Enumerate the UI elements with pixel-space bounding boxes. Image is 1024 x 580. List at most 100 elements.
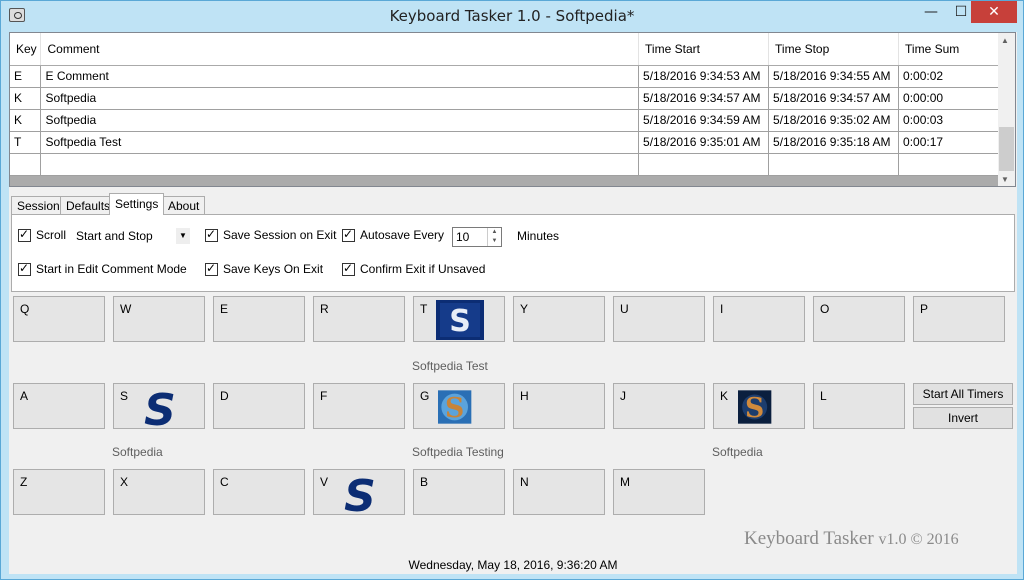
cell[interactable]: 5/18/2016 9:34:53 AM xyxy=(638,65,770,88)
key-l[interactable]: L xyxy=(813,383,905,429)
scroll-down-icon[interactable]: ▼ xyxy=(1001,175,1009,184)
key-g-caption: Softpedia Testing xyxy=(412,445,504,459)
col-time-stop[interactable]: Time Stop xyxy=(768,33,900,66)
cell[interactable] xyxy=(10,153,42,176)
dropdown-arrow-icon[interactable]: ▼ xyxy=(176,228,190,244)
status-datetime: Wednesday, May 18, 2016, 9:36:20 AM xyxy=(408,558,618,572)
cell[interactable] xyxy=(40,153,640,176)
cell[interactable]: 5/18/2016 9:34:59 AM xyxy=(638,109,770,132)
key-g[interactable]: G S xyxy=(413,383,505,429)
key-d[interactable]: D xyxy=(213,383,305,429)
cell[interactable]: 5/18/2016 9:35:02 AM xyxy=(768,109,900,132)
table-row[interactable]: K Softpedia 5/18/2016 9:34:59 AM 5/18/20… xyxy=(10,109,999,132)
scroll-up-icon[interactable]: ▲ xyxy=(1001,36,1009,45)
cell[interactable]: Softpedia xyxy=(40,109,640,132)
checkbox-checked-icon[interactable] xyxy=(18,261,31,276)
cell[interactable]: 0:00:17 xyxy=(898,131,999,154)
checkbox-checked-icon[interactable] xyxy=(205,227,218,242)
window-title: Keyboard Tasker 1.0 - Softpedia* xyxy=(389,7,635,25)
col-time-sum[interactable]: Time Sum xyxy=(898,33,999,66)
edit-mode-checkbox[interactable]: Start in Edit Comment Mode xyxy=(18,261,187,276)
invert-button[interactable]: Invert xyxy=(913,407,1013,429)
close-button[interactable]: ✕ xyxy=(971,1,1017,23)
key-e[interactable]: E xyxy=(213,296,305,342)
cell[interactable]: K xyxy=(10,87,42,110)
svg-text:S: S xyxy=(445,393,464,424)
table-row-new[interactable] xyxy=(10,153,999,176)
save-keys-label: Save Keys On Exit xyxy=(223,262,324,276)
save-keys-checkbox[interactable]: Save Keys On Exit xyxy=(205,261,324,276)
cell[interactable] xyxy=(638,153,770,176)
col-key[interactable]: Key xyxy=(10,33,42,66)
cell[interactable]: 0:00:00 xyxy=(898,87,999,110)
cell[interactable]: E Comment xyxy=(40,65,640,88)
key-u[interactable]: U xyxy=(613,296,705,342)
save-session-checkbox[interactable]: Save Session on Exit xyxy=(205,227,336,242)
autosave-label: Autosave Every xyxy=(360,228,445,242)
key-f[interactable]: F xyxy=(313,383,405,429)
cell[interactable]: 0:00:03 xyxy=(898,109,999,132)
scroll-thumb[interactable] xyxy=(999,127,1014,171)
tab-session[interactable]: Session xyxy=(11,196,66,215)
key-z[interactable]: Z xyxy=(13,469,105,515)
key-o[interactable]: O xyxy=(813,296,905,342)
cell[interactable]: 5/18/2016 9:34:57 AM xyxy=(768,87,900,110)
key-h[interactable]: H xyxy=(513,383,605,429)
cell[interactable]: 0:00:02 xyxy=(898,65,999,88)
scroll-mode-select[interactable]: Start and Stop ▼ xyxy=(72,226,192,246)
key-label: O xyxy=(820,302,830,316)
checkbox-checked-icon[interactable] xyxy=(18,227,31,242)
title-bar[interactable]: Keyboard Tasker 1.0 - Softpedia* — ☐ ✕ xyxy=(1,1,1023,31)
scroll-checkbox[interactable]: Scroll xyxy=(18,227,66,242)
key-n[interactable]: N xyxy=(513,469,605,515)
key-w[interactable]: W xyxy=(113,296,205,342)
table-row[interactable]: E E Comment 5/18/2016 9:34:53 AM 5/18/20… xyxy=(10,65,999,88)
key-s[interactable]: S S xyxy=(113,383,205,429)
key-p[interactable]: P xyxy=(913,296,1005,342)
cell[interactable]: 5/18/2016 9:34:55 AM xyxy=(768,65,900,88)
key-a[interactable]: A xyxy=(13,383,105,429)
cell[interactable]: 5/18/2016 9:34:57 AM xyxy=(638,87,770,110)
key-m[interactable]: M xyxy=(613,469,705,515)
cell[interactable]: K xyxy=(10,109,42,132)
checkbox-checked-icon[interactable] xyxy=(342,227,355,242)
tab-settings[interactable]: Settings xyxy=(109,193,165,215)
key-c[interactable]: C xyxy=(213,469,305,515)
vertical-scrollbar[interactable]: ▲ ▼ xyxy=(998,33,1015,186)
autosave-minutes-stepper[interactable]: 10 ▲ ▼ xyxy=(452,227,502,247)
col-comment[interactable]: Comment xyxy=(40,33,640,66)
table-row[interactable]: T Softpedia Test 5/18/2016 9:35:01 AM 5/… xyxy=(10,131,999,154)
key-j[interactable]: J xyxy=(613,383,705,429)
cell[interactable]: E xyxy=(10,65,42,88)
key-r[interactable]: R xyxy=(313,296,405,342)
autosave-checkbox[interactable]: Autosave Every xyxy=(342,227,445,242)
cell[interactable] xyxy=(768,153,900,176)
key-label: B xyxy=(420,475,429,489)
brand-version: v1.0 © 2016 xyxy=(878,531,959,548)
key-v[interactable]: V S xyxy=(313,469,405,515)
checkbox-checked-icon[interactable] xyxy=(342,261,355,276)
session-grid[interactable]: Key Comment Time Start Time Stop Time Su… xyxy=(9,32,1016,187)
key-k[interactable]: K S xyxy=(713,383,805,429)
key-t[interactable]: T S xyxy=(413,296,505,342)
start-all-timers-button[interactable]: Start All Timers xyxy=(913,383,1013,405)
key-i[interactable]: I xyxy=(713,296,805,342)
tab-defaults[interactable]: Defaults xyxy=(60,196,117,215)
tab-about[interactable]: About xyxy=(162,196,206,215)
key-x[interactable]: X xyxy=(113,469,205,515)
key-b[interactable]: B xyxy=(413,469,505,515)
minimize-button[interactable]: — xyxy=(917,1,945,23)
cell[interactable]: Softpedia Test xyxy=(40,131,640,154)
confirm-exit-checkbox[interactable]: Confirm Exit if Unsaved xyxy=(342,261,485,276)
table-row[interactable]: K Softpedia 5/18/2016 9:34:57 AM 5/18/20… xyxy=(10,87,999,110)
stepper-arrows-icon[interactable]: ▲ ▼ xyxy=(487,228,501,246)
key-y[interactable]: Y xyxy=(513,296,605,342)
col-time-start[interactable]: Time Start xyxy=(638,33,770,66)
cell[interactable]: Softpedia xyxy=(40,87,640,110)
checkbox-checked-icon[interactable] xyxy=(205,261,218,276)
cell[interactable]: T xyxy=(10,131,42,154)
key-q[interactable]: Q xyxy=(13,296,105,342)
cell[interactable]: 5/18/2016 9:35:01 AM xyxy=(638,131,770,154)
cell[interactable] xyxy=(898,153,999,176)
cell[interactable]: 5/18/2016 9:35:18 AM xyxy=(768,131,900,154)
